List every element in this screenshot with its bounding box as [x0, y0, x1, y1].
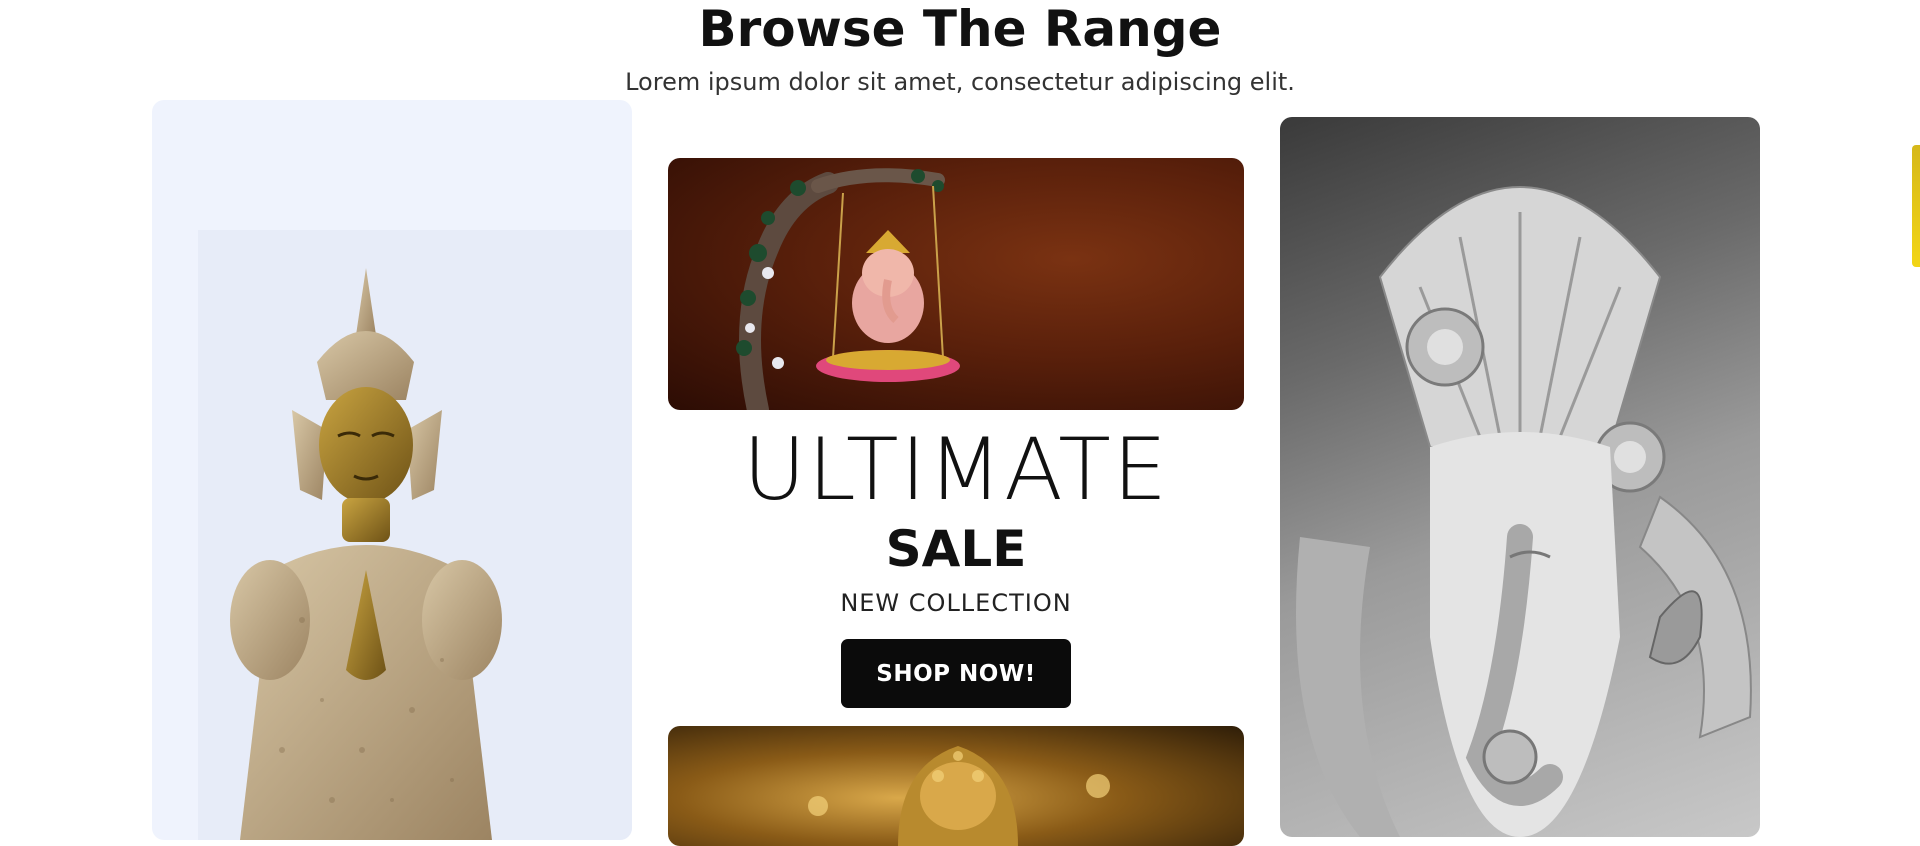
promo-subtitle: NEW COLLECTION	[840, 589, 1072, 617]
section-subheading: Lorem ipsum dolor sit amet, consectetur …	[625, 68, 1295, 96]
shop-now-button[interactable]: SHOP NOW!	[841, 639, 1071, 708]
promo-sale-label: SALE	[885, 520, 1027, 578]
buddha-icon	[230, 268, 502, 840]
ganesha-icon	[736, 168, 960, 410]
ganesha-swing-image[interactable]	[668, 158, 1244, 410]
ganesha-icon	[1296, 186, 1752, 837]
ganesha-idol-image[interactable]	[1280, 117, 1760, 837]
promo-title: ULTIMATE	[742, 420, 1170, 520]
scrollbar-thumb[interactable]	[1912, 145, 1920, 267]
section-heading: Browse The Range	[698, 0, 1222, 58]
golden-ganesha-image[interactable]	[668, 726, 1244, 846]
ganesha-icon	[808, 746, 1110, 846]
buddha-statue-image[interactable]	[152, 100, 632, 840]
